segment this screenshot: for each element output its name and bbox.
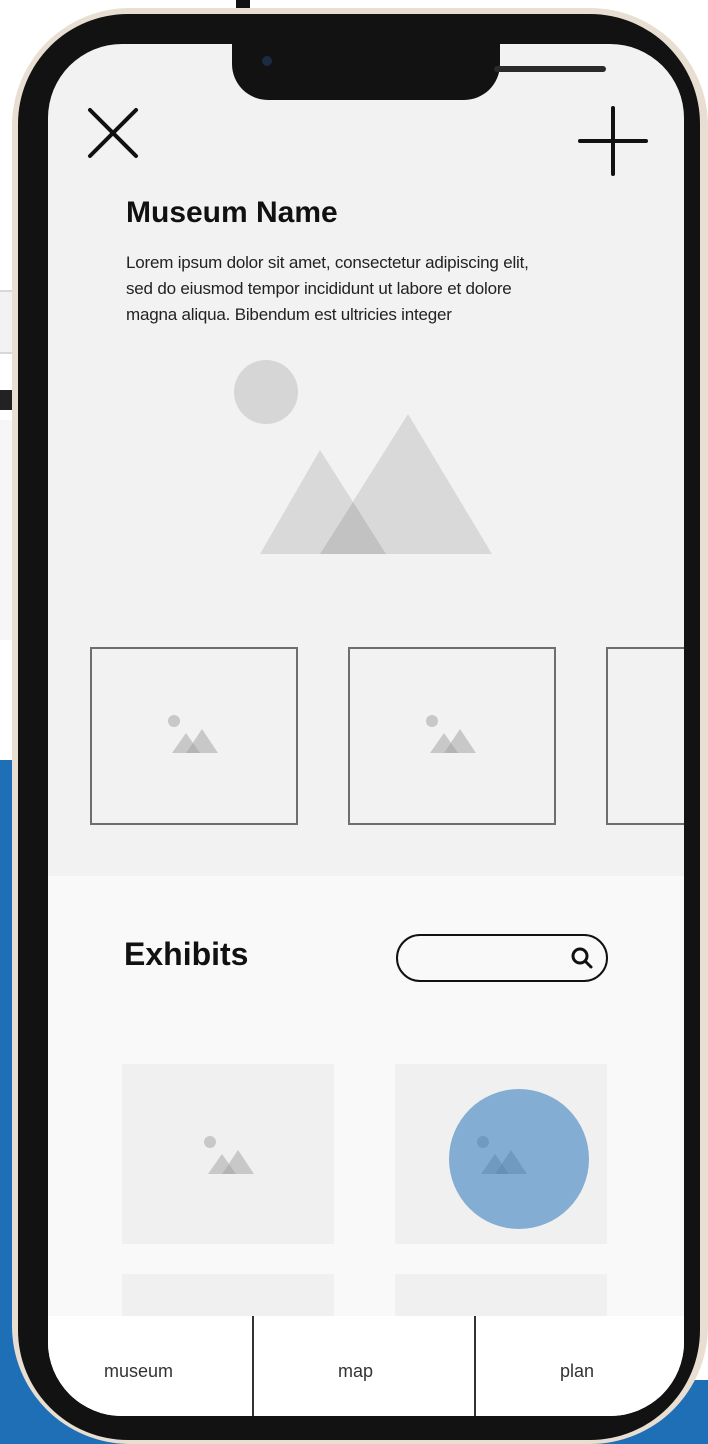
tab-label: museum [104,1361,174,1381]
speaker-grille [494,66,606,72]
phone-notch [232,44,606,100]
exhibits-title: Exhibits [124,936,249,972]
museum-description: Lorem ipsum dolor sit amet, consectetur … [126,253,529,324]
image-placeholder-icon [680,709,684,753]
image-placeholder-icon [168,715,218,753]
bottom-tab-bar: museum map plan [48,1316,684,1416]
add-button[interactable] [578,106,648,176]
close-button[interactable] [86,106,142,162]
museum-name: Museum Name [126,196,338,229]
image-placeholder-icon [426,715,476,753]
gallery-thumbnail[interactable] [606,647,684,825]
close-icon [88,108,138,158]
floating-action-button[interactable] [449,1089,589,1229]
gallery-thumbnail[interactable] [348,647,556,825]
camera-icon [262,56,272,66]
search-input[interactable] [412,944,566,974]
tab-plan[interactable]: plan [476,1316,684,1416]
tab-museum[interactable]: museum [48,1316,252,1416]
plus-icon [578,106,648,176]
exhibits-search[interactable] [396,934,608,982]
gallery-thumbnail[interactable] [90,647,298,825]
tab-map[interactable]: map [254,1316,474,1416]
app-screen: Museum Name Lorem ipsum dolor sit amet, … [48,44,684,1416]
search-icon[interactable] [570,946,594,970]
tab-label: map [338,1361,374,1381]
image-placeholder-icon [204,1136,254,1174]
tab-label: plan [560,1361,595,1381]
exhibit-card[interactable] [122,1064,334,1244]
hero-image-placeholder-icon [234,360,492,554]
